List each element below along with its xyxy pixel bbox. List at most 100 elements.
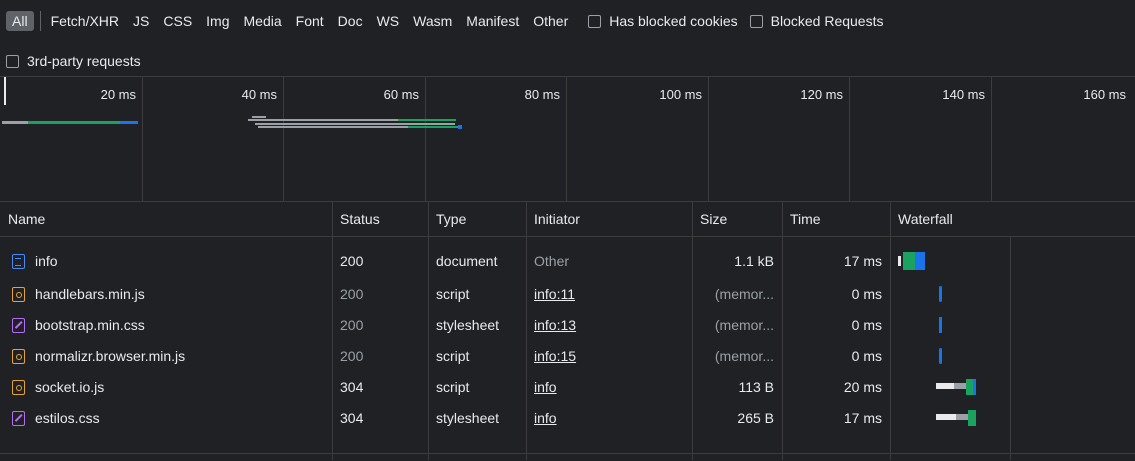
blocked-requests-checkbox[interactable]: Blocked Requests xyxy=(749,13,884,29)
filter-fetch-xhr[interactable]: Fetch/XHR xyxy=(45,11,125,31)
request-status: 304 xyxy=(340,410,364,426)
checkbox-box[interactable] xyxy=(749,14,763,28)
overview-gridline xyxy=(708,77,709,201)
request-status: 304 xyxy=(340,379,364,395)
waterfall-bar-queued xyxy=(936,414,956,420)
filter-bar: All Fetch/XHR JS CSS Img Media Font Doc … xyxy=(0,0,1135,77)
request-status: 200 xyxy=(340,286,364,302)
request-name: info xyxy=(35,253,58,269)
request-initiator: Other xyxy=(534,253,570,269)
timeline-overview[interactable]: 20 ms 40 ms 60 ms 80 ms 100 ms 120 ms 14… xyxy=(0,77,1135,202)
request-name: socket.io.js xyxy=(35,379,105,395)
waterfall-bar-waiting xyxy=(966,379,973,395)
table-row[interactable]: estilos.css 304 stylesheet info 265 B 17… xyxy=(0,403,1135,434)
column-header-time[interactable]: Time xyxy=(782,202,890,236)
waterfall-bar-waiting xyxy=(903,252,915,270)
request-name-cell[interactable]: estilos.css xyxy=(0,403,332,434)
third-party-requests-label: 3rd-party requests xyxy=(27,53,141,69)
overview-gridline xyxy=(566,77,567,201)
filter-row: All Fetch/XHR JS CSS Img Media Font Doc … xyxy=(6,8,883,34)
blocked-requests-label: Blocked Requests xyxy=(770,13,884,29)
filter-other[interactable]: Other xyxy=(527,11,574,31)
filter-media[interactable]: Media xyxy=(238,11,288,31)
request-size: 265 B xyxy=(737,410,774,426)
overview-gridline xyxy=(283,77,284,201)
overview-bar-stalled xyxy=(252,116,266,118)
column-header-type[interactable]: Type xyxy=(428,202,526,236)
request-initiator-link[interactable]: info:13 xyxy=(526,310,692,341)
filter-divider xyxy=(39,11,41,31)
table-bottom-border xyxy=(0,453,1135,454)
table-row[interactable]: info 200 document Other 1.1 kB 17 ms xyxy=(0,246,1135,277)
filter-ws[interactable]: WS xyxy=(371,11,406,31)
table-row[interactable]: bootstrap.min.css 200 stylesheet info:13… xyxy=(0,310,1135,341)
column-header-initiator[interactable]: Initiator xyxy=(526,202,692,236)
has-blocked-cookies-checkbox[interactable]: Has blocked cookies xyxy=(588,13,738,29)
column-header-size[interactable]: Size xyxy=(692,202,782,236)
overview-tick-label: 100 ms xyxy=(659,87,702,102)
script-icon xyxy=(12,349,25,364)
waterfall-bar-download xyxy=(915,252,925,270)
request-name: estilos.css xyxy=(35,410,100,426)
request-name-cell[interactable]: info xyxy=(0,246,332,277)
script-icon xyxy=(12,287,25,302)
filter-font[interactable]: Font xyxy=(290,11,330,31)
request-initiator-link[interactable]: info:11 xyxy=(526,279,692,310)
checkbox-box[interactable] xyxy=(588,14,602,28)
waterfall-bar-waiting xyxy=(968,410,976,426)
filter-doc[interactable]: Doc xyxy=(332,11,369,31)
request-name-cell[interactable]: normalizr.browser.min.js xyxy=(0,341,332,372)
waterfall-bar-queued xyxy=(898,256,901,266)
request-time: 17 ms xyxy=(843,253,882,269)
request-status: 200 xyxy=(340,348,364,364)
table-row[interactable]: socket.io.js 304 script info 113 B 20 ms xyxy=(0,372,1135,403)
request-name-cell[interactable]: socket.io.js xyxy=(0,372,332,403)
overview-bar-waiting xyxy=(408,126,458,128)
column-header-status[interactable]: Status xyxy=(332,202,428,236)
filter-manifest[interactable]: Manifest xyxy=(460,11,525,31)
filter-all[interactable]: All xyxy=(6,11,34,31)
filter-img[interactable]: Img xyxy=(200,11,235,31)
table-row[interactable]: normalizr.browser.min.js 200 script info… xyxy=(0,341,1135,372)
waterfall-bar-download xyxy=(939,317,942,333)
stylesheet-icon xyxy=(12,411,25,426)
overview-tick-label: 20 ms xyxy=(100,87,136,102)
overview-bar-stalled xyxy=(258,126,408,128)
overview-tick-label: 140 ms xyxy=(942,87,985,102)
request-time: 0 ms xyxy=(851,286,882,302)
request-size: 113 B xyxy=(738,379,774,395)
request-name: handlebars.min.js xyxy=(35,286,145,302)
filter-js[interactable]: JS xyxy=(127,11,155,31)
request-time: 20 ms xyxy=(843,379,882,395)
waterfall-bar-download xyxy=(939,348,942,364)
request-name: bootstrap.min.css xyxy=(35,317,145,333)
filter-row-2: 3rd-party requests xyxy=(6,48,141,74)
overview-gridline xyxy=(991,77,992,201)
has-blocked-cookies-label: Has blocked cookies xyxy=(609,13,738,29)
request-initiator-link[interactable]: info xyxy=(526,372,692,403)
request-type: script xyxy=(436,379,470,395)
request-status: 200 xyxy=(340,317,364,333)
filter-wasm[interactable]: Wasm xyxy=(407,11,458,31)
overview-bar-download xyxy=(120,121,138,124)
checkbox-box[interactable] xyxy=(6,54,19,68)
table-row[interactable]: handlebars.min.js 200 script info:11 (me… xyxy=(0,279,1135,310)
overview-tick-label: 60 ms xyxy=(383,87,419,102)
column-header-name[interactable]: Name xyxy=(0,202,332,236)
request-name-cell[interactable]: handlebars.min.js xyxy=(0,279,332,310)
third-party-requests-checkbox[interactable]: 3rd-party requests xyxy=(6,53,141,69)
request-initiator-link[interactable]: info xyxy=(526,403,692,434)
overview-tick-label: 40 ms xyxy=(241,87,277,102)
column-header-waterfall[interactable]: Waterfall xyxy=(890,202,1135,236)
overview-tick-label: 80 ms xyxy=(524,87,560,102)
request-initiator-link[interactable]: info:15 xyxy=(526,341,692,372)
request-type: stylesheet xyxy=(436,317,500,333)
request-size: (memor... xyxy=(714,348,774,364)
overview-selection-handle[interactable] xyxy=(4,77,6,105)
request-time: 0 ms xyxy=(851,348,882,364)
request-name-cell[interactable]: bootstrap.min.css xyxy=(0,310,332,341)
script-icon xyxy=(12,380,25,395)
request-status: 200 xyxy=(340,253,364,269)
overview-bar-stalled xyxy=(2,121,28,124)
filter-css[interactable]: CSS xyxy=(157,11,198,31)
